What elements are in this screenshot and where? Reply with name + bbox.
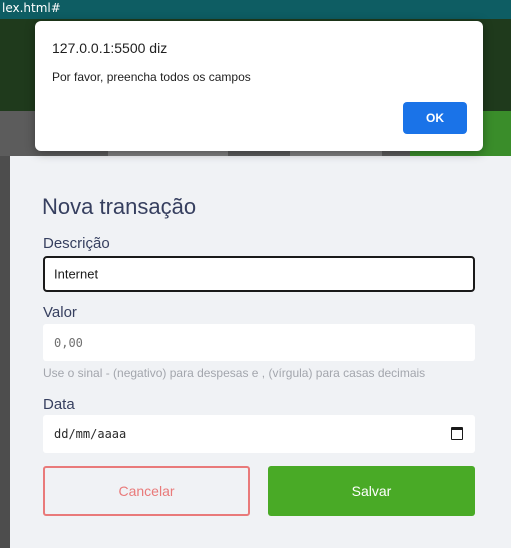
description-input[interactable]: Internet bbox=[43, 256, 475, 292]
date-label: Data bbox=[43, 396, 75, 413]
date-input[interactable]: dd/mm/aaaa bbox=[43, 415, 475, 453]
alert-dialog: 127.0.0.1:5500 diz Por favor, preencha t… bbox=[35, 21, 483, 151]
amount-label: Valor bbox=[43, 304, 77, 321]
browser-url-bar[interactable]: lex.html# bbox=[0, 0, 511, 19]
new-transaction-modal: Nova transação Descrição Internet Valor … bbox=[10, 156, 511, 548]
url-text: lex.html# bbox=[2, 1, 61, 15]
amount-placeholder: 0,00 bbox=[54, 335, 83, 350]
calendar-icon[interactable] bbox=[451, 427, 463, 440]
amount-help-text: Use o sinal - (negativo) para despesas e… bbox=[43, 366, 426, 380]
modal-title: Nova transação bbox=[42, 194, 197, 219]
alert-ok-button[interactable]: OK bbox=[403, 102, 467, 134]
cancel-button[interactable]: Cancelar bbox=[43, 466, 250, 516]
alert-message: Por favor, preencha todos os campos bbox=[52, 70, 251, 84]
description-label: Descrição bbox=[43, 235, 110, 252]
amount-input[interactable]: 0,00 bbox=[43, 324, 475, 361]
alert-origin: 127.0.0.1:5500 diz bbox=[52, 40, 168, 56]
date-placeholder: dd/mm/aaaa bbox=[54, 427, 127, 441]
save-button[interactable]: Salvar bbox=[268, 466, 475, 516]
description-value: Internet bbox=[54, 266, 99, 282]
